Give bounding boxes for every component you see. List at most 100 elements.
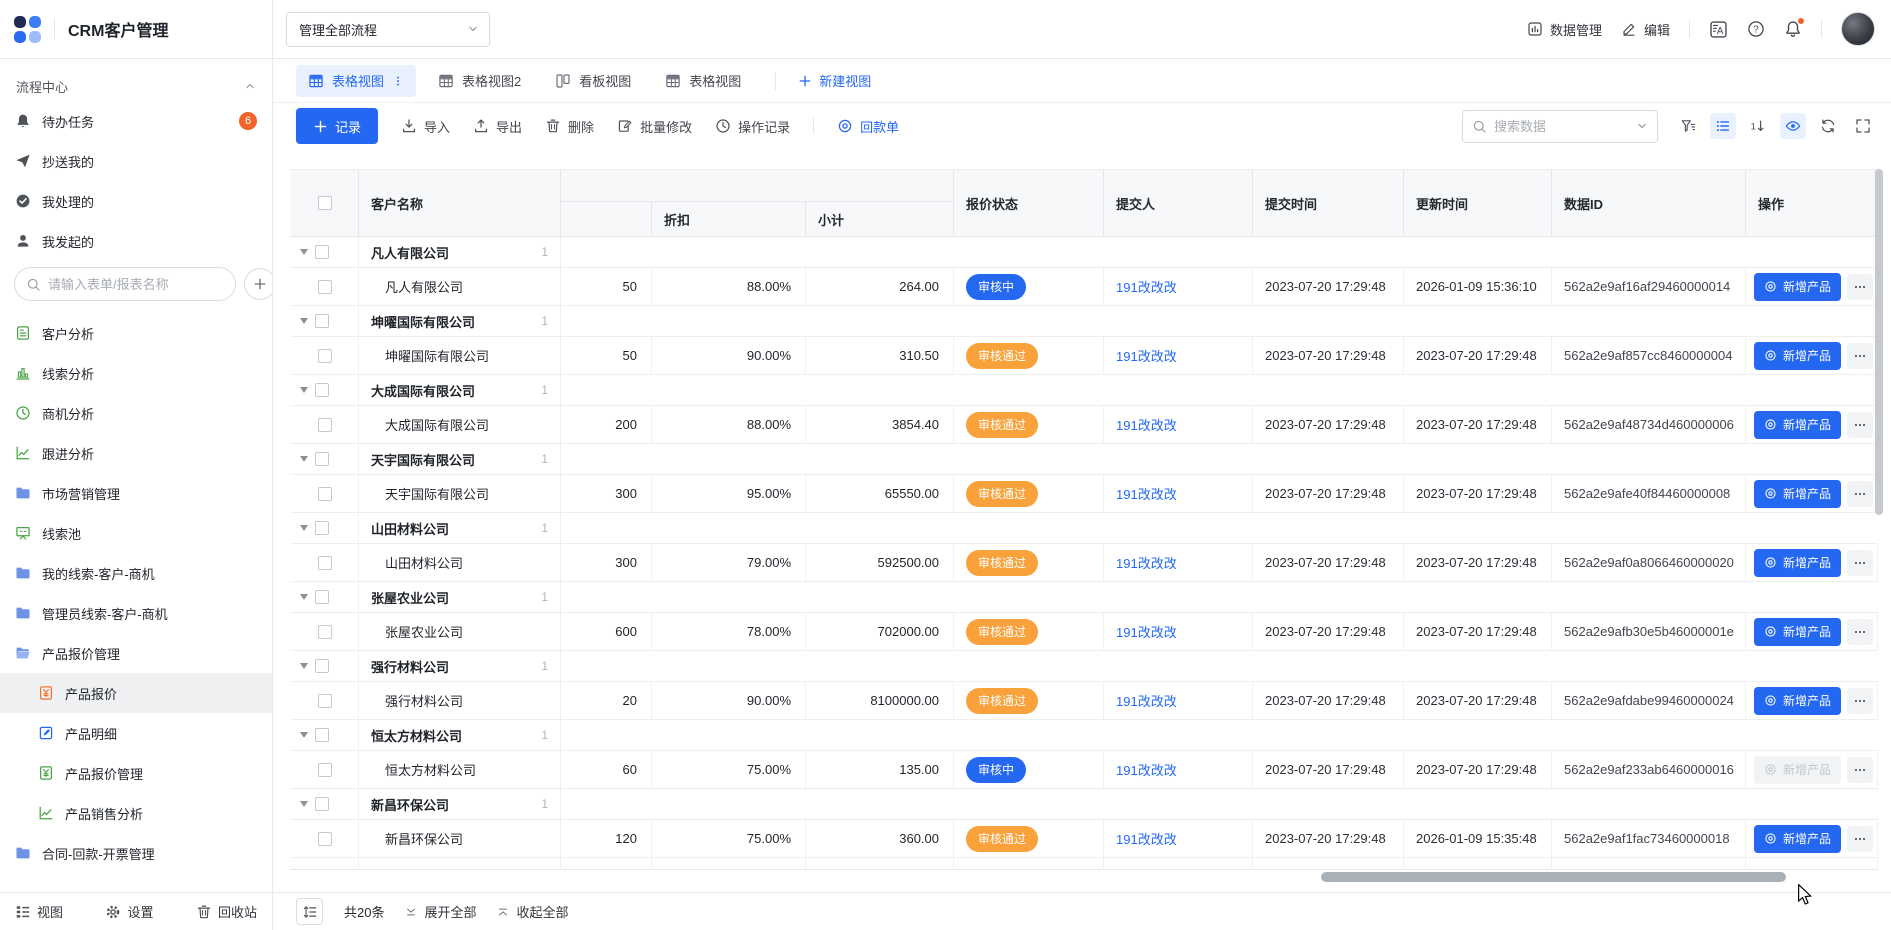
sidebar-search-box[interactable] [14, 267, 236, 301]
translate-button[interactable]: A [1709, 20, 1728, 39]
select-all-checkbox[interactable] [318, 196, 332, 210]
sidebar-item-产品报价管理[interactable]: 产品报价管理 [0, 633, 272, 673]
row-more-button[interactable] [1847, 343, 1873, 369]
sidebar-section-process-center[interactable]: 流程中心 [0, 71, 272, 101]
list-display-button[interactable] [1710, 113, 1736, 139]
group-checkbox[interactable] [315, 797, 329, 811]
add-record-button[interactable]: 记录 [296, 108, 378, 144]
chevron-up-icon[interactable] [244, 80, 256, 92]
group-row[interactable]: 大成国际有限公司1 [290, 375, 1878, 406]
col-header-submitter[interactable]: 提交人 [1104, 170, 1253, 236]
group-checkbox[interactable] [315, 383, 329, 397]
row-more-button[interactable] [1847, 688, 1873, 714]
tab-table-view-1[interactable]: 表格视图 [296, 65, 416, 97]
group-checkbox[interactable] [315, 659, 329, 673]
group-checkbox[interactable] [315, 245, 329, 259]
sidebar-item-客户分析[interactable]: 客户分析 [0, 313, 272, 353]
sidebar-item-我的线索-客户-商机[interactable]: 我的线索-客户-商机 [0, 553, 272, 593]
group-checkbox[interactable] [315, 521, 329, 535]
row-checkbox[interactable] [318, 832, 332, 846]
row-more-button[interactable] [1847, 757, 1873, 783]
group-checkbox[interactable] [315, 314, 329, 328]
row-more-button[interactable] [1847, 481, 1873, 507]
flow-select-dropdown[interactable]: 管理全部流程 [286, 12, 490, 47]
col-header-data-id[interactable]: 数据ID [1552, 170, 1746, 236]
group-row[interactable]: 坤曜国际有限公司1 [290, 306, 1878, 337]
group-row[interactable]: 天宇国际有限公司1 [290, 444, 1878, 475]
row-more-button[interactable] [1847, 412, 1873, 438]
col-header-quantity[interactable] [561, 202, 652, 236]
notifications-button[interactable] [1784, 20, 1802, 38]
data-search-box[interactable] [1462, 110, 1658, 143]
add-product-button[interactable]: 新增产品 [1754, 687, 1841, 715]
collapse-triangle-icon[interactable] [300, 525, 308, 531]
group-checkbox[interactable] [315, 590, 329, 604]
submitter-link[interactable]: 191改改改 [1116, 553, 1177, 572]
group-row[interactable]: 张屋农业公司1 [290, 582, 1878, 613]
group-checkbox[interactable] [315, 452, 329, 466]
sidebar-item-产品报价管理[interactable]: 产品报价管理 [0, 753, 272, 793]
import-button[interactable]: 导入 [401, 117, 450, 136]
add-product-button[interactable]: 新增产品 [1754, 480, 1841, 508]
views-button[interactable]: 视图 [15, 902, 63, 921]
sidebar-item-市场营销管理[interactable]: 市场营销管理 [0, 473, 272, 513]
refresh-button[interactable] [1815, 113, 1841, 139]
submitter-link[interactable]: 191改改改 [1116, 622, 1177, 641]
row-checkbox[interactable] [318, 556, 332, 570]
submitter-link[interactable]: 191改改改 [1116, 277, 1177, 296]
data-search-input[interactable] [1494, 119, 1629, 134]
tab-table-view-3[interactable]: 表格视图 [653, 65, 753, 97]
submitter-link[interactable]: 191改改改 [1116, 691, 1177, 710]
avatar[interactable] [1841, 12, 1875, 46]
expand-all-button[interactable]: 展开全部 [405, 902, 476, 921]
collapse-triangle-icon[interactable] [300, 387, 308, 393]
filter-button[interactable] [1675, 113, 1701, 139]
submitter-link[interactable]: 191改改改 [1116, 346, 1177, 365]
sidebar-item-产品明细[interactable]: 产品明细 [0, 713, 272, 753]
row-more-button[interactable] [1847, 826, 1873, 852]
row-checkbox[interactable] [318, 418, 332, 432]
collapse-triangle-icon[interactable] [300, 732, 308, 738]
add-product-button[interactable]: 新增产品 [1754, 618, 1841, 646]
recycle-bin-button[interactable]: 回收站 [196, 902, 257, 921]
dots-vertical-icon[interactable] [392, 75, 404, 87]
sidebar-item-合同-回款-开票管理[interactable]: 合同-回款-开票管理 [0, 833, 272, 873]
sidebar-item-产品报价[interactable]: 产品报价 [0, 673, 272, 713]
col-header-status[interactable]: 报价状态 [954, 170, 1104, 236]
add-product-button[interactable]: 新增产品 [1754, 342, 1841, 370]
data-manage-button[interactable]: 数据管理 [1527, 20, 1602, 39]
edit-button[interactable]: 编辑 [1621, 20, 1670, 39]
submitter-link[interactable]: 191改改改 [1116, 415, 1177, 434]
batch-edit-button[interactable]: 批量修改 [617, 117, 692, 136]
horizontal-scrollbar[interactable] [1321, 872, 1786, 882]
collapse-all-button[interactable]: 收起全部 [497, 902, 568, 921]
sidebar-item-线索池[interactable]: 线索池 [0, 513, 272, 553]
group-row[interactable]: 恒太方材料公司1 [290, 720, 1878, 751]
sidebar-item-线索分析[interactable]: 线索分析 [0, 353, 272, 393]
new-view-button[interactable]: 新建视图 [798, 71, 871, 90]
collapse-triangle-icon[interactable] [300, 801, 308, 807]
sidebar-item-我发起的[interactable]: 我发起的 [0, 221, 272, 261]
tab-kanban-view[interactable]: 看板视图 [543, 65, 643, 97]
col-header-discount[interactable]: 折扣 [652, 202, 806, 236]
group-checkbox[interactable] [315, 728, 329, 742]
col-header-submit-time[interactable]: 提交时间 [1253, 170, 1404, 236]
sidebar-item-待办任务[interactable]: 待办任务6 [0, 101, 272, 141]
col-header-update-time[interactable]: 更新时间 [1404, 170, 1552, 236]
row-more-button[interactable] [1847, 550, 1873, 576]
add-product-button[interactable]: 新增产品 [1754, 825, 1841, 853]
tab-table-view-2[interactable]: 表格视图2 [426, 65, 533, 97]
help-button[interactable]: ? [1747, 20, 1765, 38]
sort-button[interactable]: 1 [1745, 113, 1771, 139]
row-checkbox[interactable] [318, 763, 332, 777]
collapse-triangle-icon[interactable] [300, 594, 308, 600]
settings-button[interactable]: 设置 [105, 902, 153, 921]
sidebar-item-跟进分析[interactable]: 跟进分析 [0, 433, 272, 473]
sidebar-search-input[interactable] [48, 277, 224, 292]
sidebar-item-抄送我的[interactable]: 抄送我的 [0, 141, 272, 181]
chevron-down-icon[interactable] [1636, 120, 1648, 132]
group-row[interactable]: 强行材料公司1 [290, 651, 1878, 682]
add-form-button[interactable] [244, 268, 272, 300]
operation-log-button[interactable]: 操作记录 [715, 117, 790, 136]
sidebar-item-商机分析[interactable]: 商机分析 [0, 393, 272, 433]
